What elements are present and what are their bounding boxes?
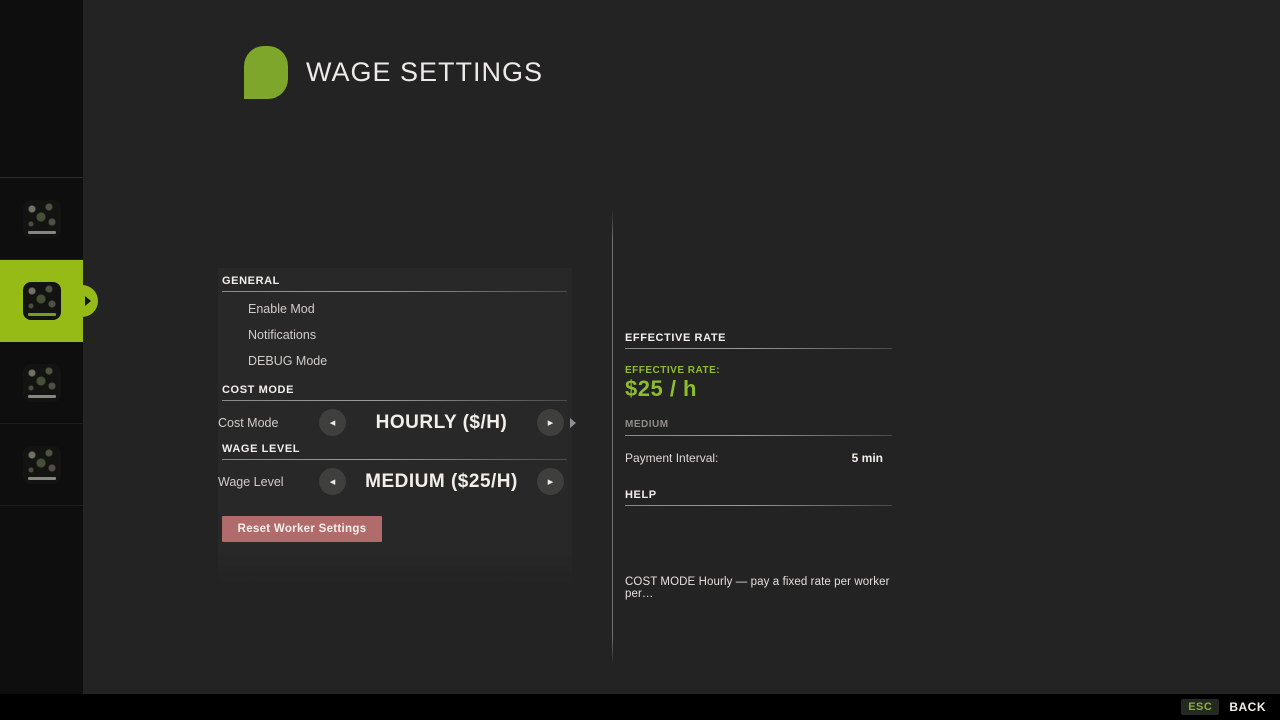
back-button[interactable]: BACK	[1229, 700, 1266, 714]
mod-icon	[23, 282, 61, 320]
esc-key-badge[interactable]: ESC	[1181, 699, 1219, 715]
mod-icon	[23, 200, 61, 238]
sidebar-top-spacer	[0, 0, 83, 178]
details-panel: EFFECTIVE RATE EFFECTIVE RATE: $25 / h M…	[625, 332, 892, 600]
section-wage-level: WAGE LEVEL	[222, 443, 567, 460]
wage-level-prev-button[interactable]: ◂	[319, 468, 346, 495]
help-text: COST MODE Hourly — pay a fixed rate per …	[625, 576, 892, 600]
cost-mode-prev-button[interactable]: ◂	[319, 409, 346, 436]
setting-item-debug-mode[interactable]: DEBUG Mode	[248, 354, 567, 368]
sidebar-tab-mod-3[interactable]	[0, 342, 83, 424]
reset-worker-settings-button[interactable]: Reset Worker Settings	[222, 516, 382, 542]
section-divider	[625, 348, 892, 349]
focus-pointer-icon	[570, 418, 576, 428]
page-header: WAGE SETTINGS	[244, 46, 543, 99]
payment-interval-row: Payment Interval: 5 min	[625, 451, 883, 465]
payment-interval-label: Payment Interval:	[625, 451, 718, 465]
setting-item-enable-mod[interactable]: Enable Mod	[248, 302, 567, 316]
wage-level-next-button[interactable]: ▸	[537, 468, 564, 495]
selected-tab-bump	[66, 285, 98, 317]
sidebar-tab-mod-4[interactable]	[0, 424, 83, 506]
app-blob-icon	[244, 46, 288, 99]
settings-panel: GENERAL Enable Mod Notifications DEBUG M…	[218, 268, 572, 585]
page-title: WAGE SETTINGS	[306, 57, 543, 88]
section-cost-mode: COST MODE	[222, 384, 567, 401]
wage-level-selector: Wage Level ◂ MEDIUM ($25/H) ▸	[218, 467, 572, 497]
mod-icon	[23, 364, 61, 402]
sidebar-tab-mod-1[interactable]	[0, 178, 83, 260]
footer-bar: ESC BACK	[0, 694, 1280, 720]
section-divider	[625, 435, 892, 436]
payment-interval-value: 5 min	[852, 451, 883, 465]
effective-rate-label: EFFECTIVE RATE:	[625, 365, 892, 376]
help-header: HELP	[625, 489, 892, 501]
section-header-wage-level: WAGE LEVEL	[222, 443, 567, 455]
wage-level-label: Wage Level	[218, 475, 284, 489]
cost-mode-label: Cost Mode	[218, 416, 278, 430]
section-header-cost-mode: COST MODE	[222, 384, 567, 396]
selected-tab-pointer-icon	[85, 296, 91, 306]
cost-mode-value: HOURLY ($/H)	[346, 412, 537, 434]
content-divider	[612, 210, 613, 665]
section-divider	[625, 505, 892, 506]
section-divider	[222, 400, 567, 401]
setting-item-notifications[interactable]: Notifications	[248, 328, 567, 342]
wage-level-value: MEDIUM ($25/H)	[346, 471, 537, 493]
cost-mode-next-button[interactable]: ▸	[537, 409, 564, 436]
effective-rate-value: $25 / h	[625, 376, 892, 402]
mod-icon	[23, 446, 61, 484]
wage-level-readout: MEDIUM	[625, 419, 892, 430]
cost-mode-selector: Cost Mode ◂ HOURLY ($/H) ▸	[218, 408, 572, 438]
section-divider	[222, 459, 567, 460]
effective-rate-header: EFFECTIVE RATE	[625, 332, 892, 344]
mod-sidebar	[0, 0, 83, 694]
sidebar-tab-mod-2-selected[interactable]	[0, 260, 83, 342]
